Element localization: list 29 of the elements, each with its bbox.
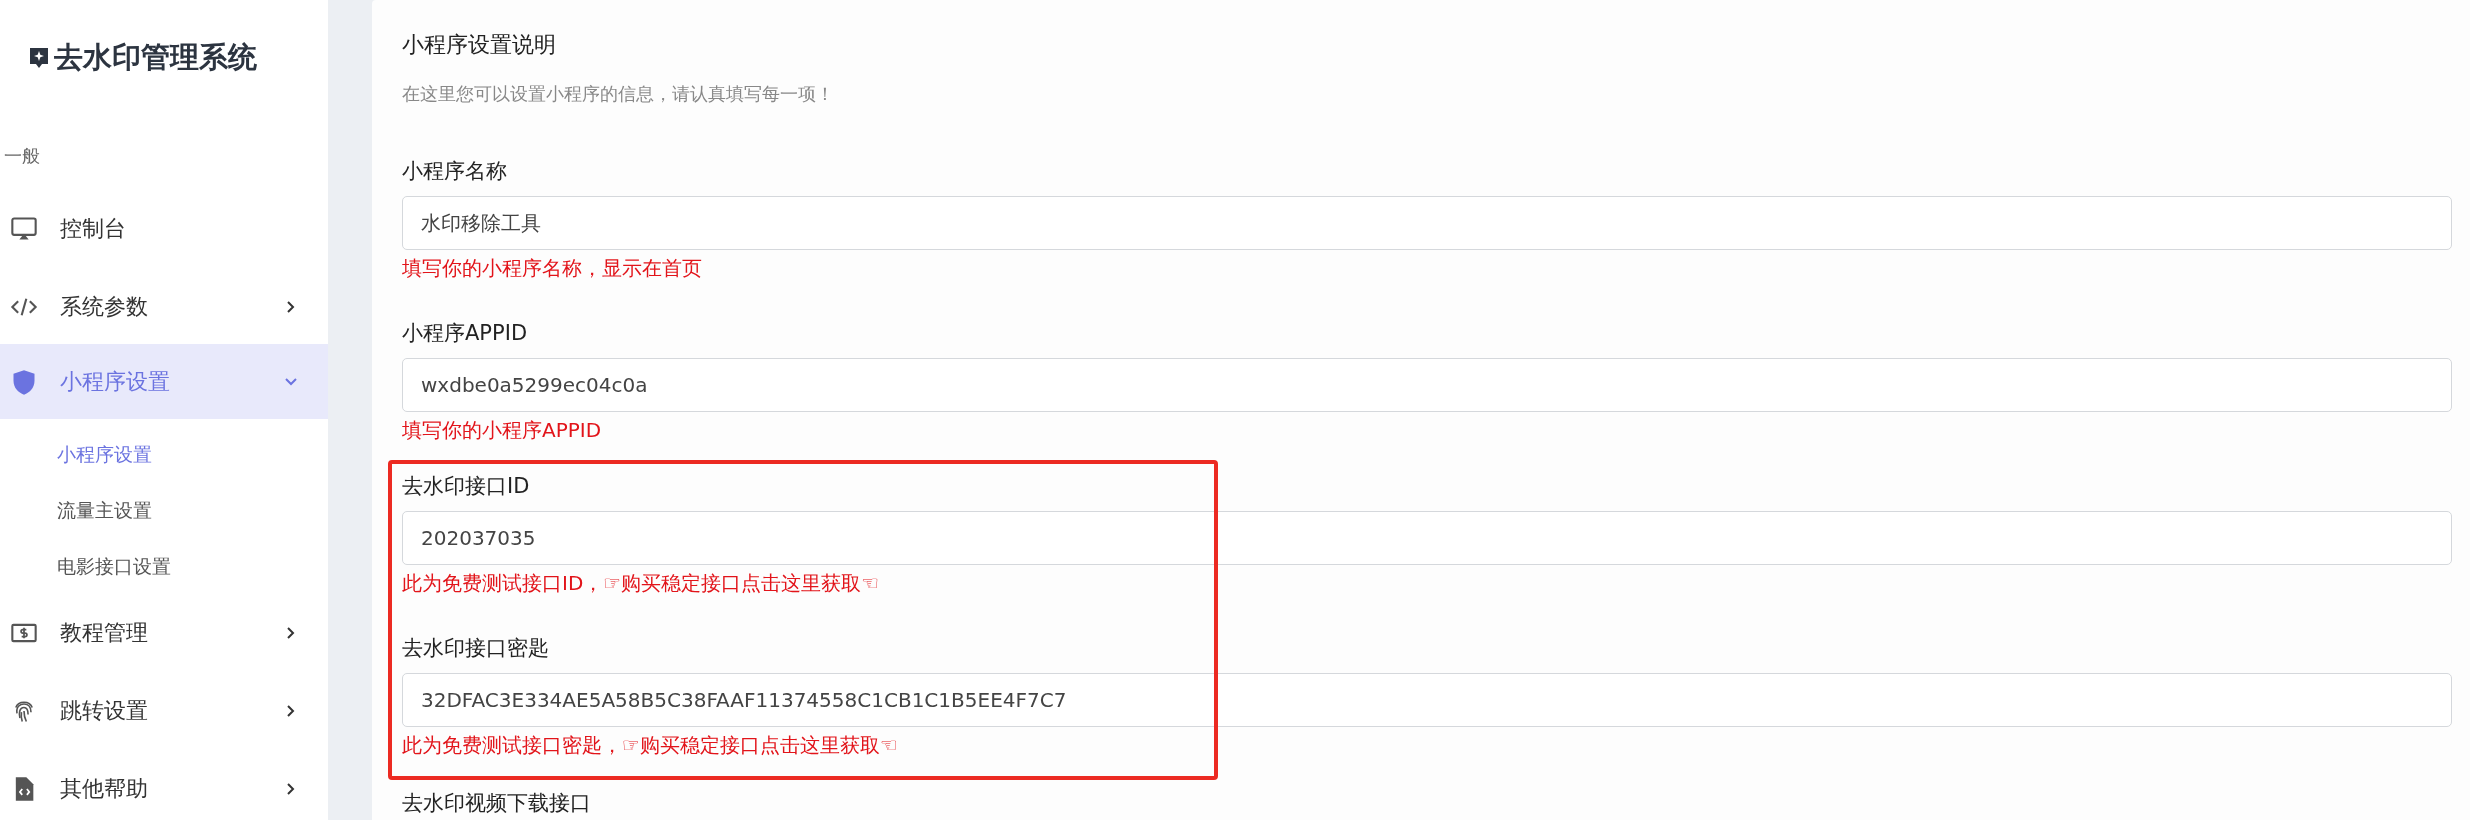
section-label: 一般 bbox=[3, 144, 41, 168]
field-hint: 填写你的小程序名称，显示在首页 bbox=[402, 255, 703, 282]
sidebar-item[interactable]: 控制台 bbox=[0, 190, 328, 268]
section-description: 在这里您可以设置小程序的信息，请认真填写每一项！ bbox=[402, 82, 835, 106]
sidebar-item[interactable]: 教程管理 bbox=[0, 594, 328, 672]
sidebar-item[interactable]: 系统参数 bbox=[0, 268, 328, 346]
field-label: 去水印接口密匙 bbox=[402, 635, 550, 662]
field-label: 小程序APPID bbox=[402, 320, 529, 347]
input-field[interactable]: 水印移除工具 bbox=[402, 196, 2452, 250]
badge-icon bbox=[28, 46, 50, 70]
submenu-item[interactable]: 电影接口设置 bbox=[0, 538, 328, 594]
section-title: 小程序设置说明 bbox=[402, 31, 557, 59]
monitor-icon bbox=[10, 215, 38, 243]
input-field[interactable]: wxdbe0a5299ec04c0a bbox=[402, 358, 2452, 412]
sidebar-item[interactable]: 其他帮助 bbox=[0, 750, 328, 820]
input-field[interactable]: 202037035 bbox=[402, 511, 2452, 565]
field-hint: 填写你的小程序APPID bbox=[402, 417, 603, 444]
field-label: 小程序名称 bbox=[402, 158, 508, 185]
field-label: 去水印视频下载接口 bbox=[402, 790, 592, 817]
input-field[interactable]: 32DFAC3E334AE5A58B5C38FAAF11374558C1CB1C1B5EE4F7C7 bbox=[402, 673, 2452, 727]
app-title: 去水印管理系统 bbox=[54, 39, 257, 76]
purchase-link[interactable]: ☞购买稳定接口点击这里获取☜ bbox=[603, 571, 880, 595]
field-hint: 此为免费测试接口密匙，☞购买稳定接口点击这里获取☜ bbox=[402, 732, 899, 759]
submenu-item[interactable]: 小程序设置 bbox=[0, 426, 328, 482]
sidebar-item[interactable]: 跳转设置 bbox=[0, 672, 328, 750]
purchase-link[interactable]: ☞购买稳定接口点击这里获取☜ bbox=[622, 733, 898, 757]
submenu-item[interactable]: 流量主设置 bbox=[0, 482, 328, 538]
field-hint: 此为免费测试接口ID，☞购买稳定接口点击这里获取☜ bbox=[402, 570, 881, 597]
field-label: 去水印接口ID bbox=[402, 473, 531, 500]
